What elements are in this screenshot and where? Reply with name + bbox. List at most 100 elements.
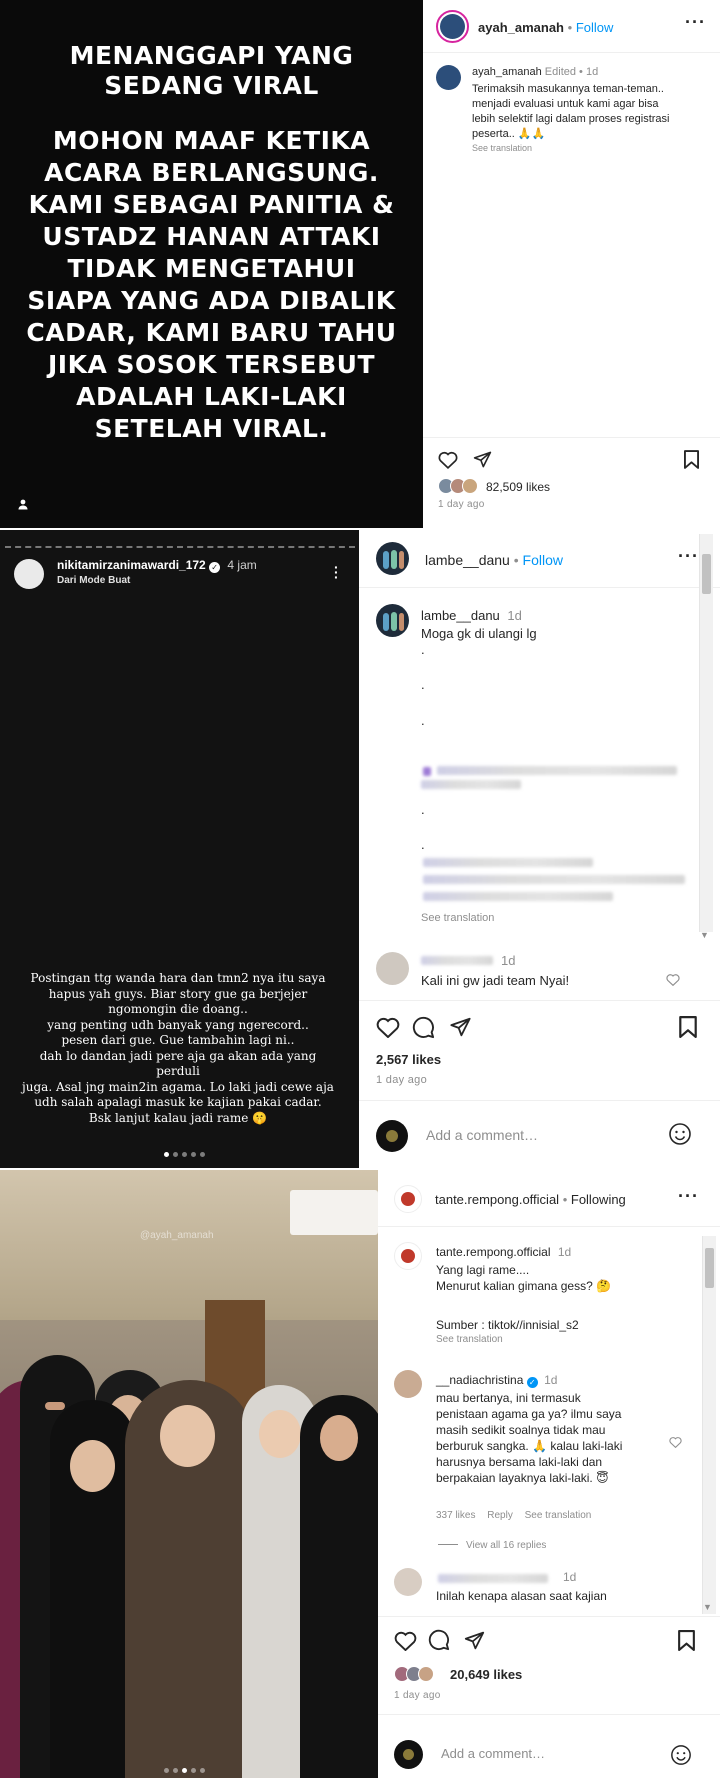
bookmark-icon[interactable] bbox=[684, 450, 699, 474]
likes-count[interactable]: 20,649 likes bbox=[450, 1667, 522, 1682]
more-options-icon[interactable]: ··· bbox=[685, 12, 706, 33]
caption-avatar[interactable] bbox=[436, 65, 461, 90]
username[interactable]: lambe__danu bbox=[425, 552, 510, 568]
story-text-block: MENANGGAPI YANG SEDANG VIRAL MOHON MAAF KE… bbox=[0, 0, 423, 528]
see-translation-link[interactable]: See translation bbox=[421, 912, 494, 924]
story-text-line: TIDAK MENGETAHUI bbox=[67, 254, 356, 283]
share-icon[interactable] bbox=[473, 450, 492, 474]
username[interactable]: tante.rempong.official bbox=[435, 1192, 559, 1207]
commenter-avatar[interactable] bbox=[394, 1370, 422, 1398]
comment-divider bbox=[378, 1714, 720, 1715]
story-caption-line: dah lo dandan jadi pere aja ga akan ada … bbox=[39, 1048, 317, 1079]
caption-username[interactable]: tante.rempong.official bbox=[436, 1245, 551, 1259]
post-time: 1 day ago bbox=[376, 1074, 428, 1086]
story-text-line: JIKA SOSOK TERSEBUT bbox=[48, 350, 375, 379]
story-caption-line: hapus yah guys. Biar story gue ga berjej… bbox=[48, 986, 308, 1001]
story-text-line: USTADZ HANAN ATTAKI bbox=[42, 222, 381, 251]
story-progress-bar bbox=[5, 546, 355, 548]
emoji-icon[interactable] bbox=[668, 1122, 692, 1151]
comments-scrollbar[interactable] bbox=[702, 1236, 716, 1614]
heart-icon[interactable] bbox=[394, 1630, 417, 1656]
story-caption-line: yang penting udh banyak yang ngerecord.. bbox=[47, 1017, 309, 1032]
story-caption-line: pesen dari gue. Gue tambahin lagi ni.. bbox=[61, 1033, 295, 1047]
header-divider bbox=[423, 52, 720, 53]
scrollbar-thumb[interactable] bbox=[705, 1248, 714, 1288]
comment-text: mau bertanya, ini termasuk penistaan agam… bbox=[436, 1390, 622, 1486]
scroll-down-arrow-icon[interactable]: ▼ bbox=[700, 930, 709, 940]
caption-username[interactable]: lambe__danu bbox=[421, 608, 500, 623]
carousel-dots bbox=[162, 1760, 207, 1778]
comment-like-icon[interactable] bbox=[669, 1435, 682, 1453]
avatar[interactable] bbox=[376, 542, 409, 575]
header-divider bbox=[359, 587, 720, 588]
user-tag-icon[interactable] bbox=[17, 497, 29, 510]
see-translation-link[interactable]: See translation bbox=[436, 1334, 503, 1345]
share-icon[interactable] bbox=[449, 1016, 472, 1043]
post3-side-panel: tante.rempong.official • Following ··· t… bbox=[378, 1170, 720, 1778]
comment-text-line: berpakaian layaknya laki-laki. 😇 bbox=[436, 1471, 609, 1485]
heart-icon[interactable] bbox=[438, 450, 458, 474]
bookmark-icon[interactable] bbox=[679, 1016, 697, 1043]
username[interactable]: ayah_amanah bbox=[478, 20, 564, 35]
post-header: tante.rempong.official • Following bbox=[435, 1192, 626, 1207]
follow-button[interactable]: Follow bbox=[576, 20, 614, 35]
comment-likes[interactable]: 337 likes bbox=[436, 1510, 475, 1521]
add-comment-input[interactable]: Add a comment… bbox=[426, 1127, 538, 1143]
commenter-username[interactable]: __nadiachristina bbox=[436, 1373, 523, 1387]
face bbox=[259, 1410, 301, 1458]
story-text-line: SETELAH VIRAL. bbox=[94, 414, 329, 443]
story-more-icon: · · · bbox=[334, 559, 339, 585]
separator: • bbox=[567, 20, 573, 35]
caption-text: Yang lagi rame.... Menurut kalian gimana … bbox=[436, 1262, 611, 1294]
bookmark-icon[interactable] bbox=[678, 1630, 695, 1656]
comment-translation-link[interactable]: See translation bbox=[525, 1510, 592, 1521]
reply-button[interactable]: Reply bbox=[487, 1510, 513, 1521]
scrollbar-thumb[interactable] bbox=[702, 554, 711, 594]
blurred-text bbox=[423, 858, 593, 867]
comment-icon[interactable] bbox=[428, 1629, 450, 1656]
emoji-icon[interactable] bbox=[670, 1744, 692, 1771]
comment-time: 1d bbox=[544, 1373, 558, 1387]
share-icon[interactable] bbox=[464, 1630, 485, 1656]
caption-text-line: peserta.. 🙏🙏 bbox=[472, 128, 546, 140]
comments-scrollbar[interactable] bbox=[699, 534, 713, 932]
comment-like-icon[interactable] bbox=[666, 973, 680, 991]
see-translation-link[interactable]: See translation bbox=[472, 143, 532, 153]
more-options-icon[interactable]: ··· bbox=[678, 1186, 699, 1207]
caption-avatar[interactable] bbox=[376, 604, 409, 637]
story-text-line: KAMI SEBAGAI PANITIA & bbox=[28, 190, 395, 219]
likes-count[interactable]: 82,509 likes bbox=[486, 480, 550, 494]
blurred-text bbox=[437, 766, 677, 775]
comment-text-line: penistaan agama ga ya? ilmu saya bbox=[436, 1407, 622, 1421]
add-comment-input[interactable]: Add a comment… bbox=[441, 1746, 545, 1761]
story-text-line: CADAR, KAMI BARU TAHU bbox=[26, 318, 397, 347]
caption-username[interactable]: ayah_amanah bbox=[472, 66, 542, 78]
face bbox=[45, 1402, 65, 1410]
story-username: nikitamirzanimawardi_172 bbox=[57, 558, 206, 572]
more-options-icon[interactable]: ··· bbox=[678, 546, 699, 567]
caption-dot: . bbox=[421, 837, 425, 852]
caption-text-line: Yang lagi rame.... bbox=[436, 1263, 530, 1277]
caption-avatar[interactable] bbox=[394, 1242, 422, 1270]
following-button[interactable]: Following bbox=[571, 1192, 626, 1207]
caption-text: Moga gk di ulangi lg bbox=[421, 626, 537, 641]
likes-count[interactable]: 2,567 likes bbox=[376, 1052, 441, 1067]
post-time: 1 day ago bbox=[394, 1690, 441, 1701]
commenter-avatar[interactable] bbox=[394, 1568, 422, 1596]
story-text-line: SIAPA YANG ADA DIBALIK bbox=[27, 286, 396, 315]
follow-button[interactable]: Follow bbox=[523, 552, 563, 568]
comment-header: __nadiachristina ✓ 1d bbox=[436, 1373, 557, 1388]
face bbox=[70, 1440, 115, 1492]
caption-header: lambe__danu 1d bbox=[421, 608, 522, 623]
commenter-avatar[interactable] bbox=[376, 952, 409, 985]
view-replies-link[interactable]: View all 16 replies bbox=[438, 1540, 546, 1551]
avatar[interactable] bbox=[394, 1185, 422, 1213]
heart-icon[interactable] bbox=[376, 1016, 400, 1043]
avatar[interactable] bbox=[436, 10, 469, 43]
post-time: 1 day ago bbox=[438, 499, 485, 510]
caption-dot: . bbox=[421, 642, 425, 657]
comment-icon[interactable] bbox=[412, 1016, 435, 1044]
scroll-down-arrow-icon[interactable]: ▼ bbox=[703, 1602, 712, 1612]
liked-by-avatars[interactable] bbox=[438, 478, 484, 494]
liked-by-avatars[interactable] bbox=[394, 1666, 440, 1682]
